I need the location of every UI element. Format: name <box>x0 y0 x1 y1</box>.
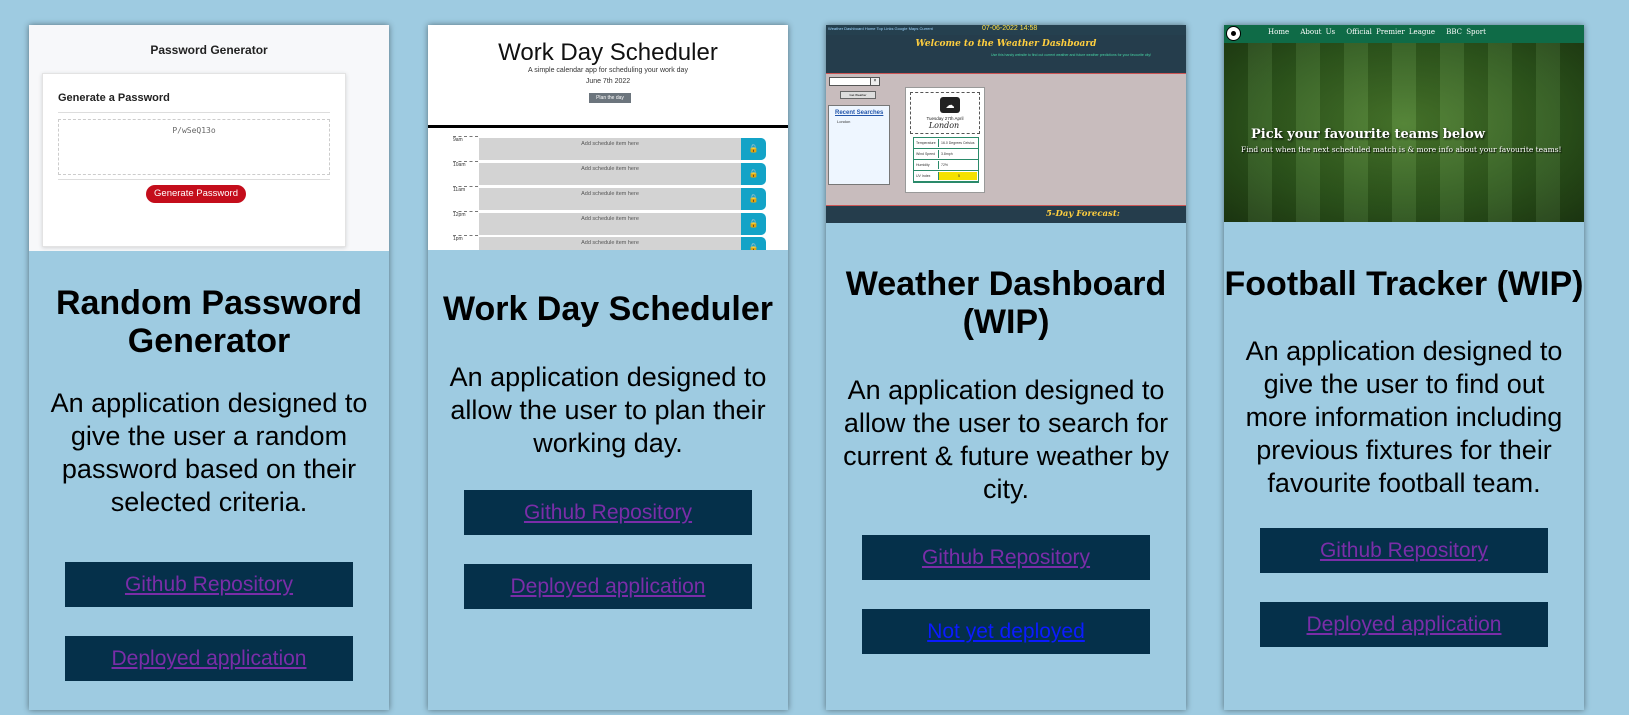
stat-key: UV Index <box>916 174 931 178</box>
stat-key: Temperature <box>916 141 936 145</box>
preview-generate-button: Generate Password <box>146 185 246 203</box>
lock-icon: 🔒 <box>741 213 766 235</box>
hour-label: 9am <box>453 136 478 143</box>
project-title: Random Password Generator <box>55 284 363 360</box>
nav-link-about: About Us <box>1300 28 1336 36</box>
stat-value: 3.8mph <box>938 150 977 158</box>
schedule-row: 9am Add schedule item here 🔒 <box>453 136 766 161</box>
schedule-row: 1pm Add schedule item here 🔒 <box>453 235 766 250</box>
deployed-application-link[interactable]: Deployed application <box>464 564 752 609</box>
preview-timestamp: 07-06-2022 14:58 <box>982 25 1038 32</box>
stat-row: Temperature 16.0 Degrees Celsius <box>914 138 978 149</box>
preview-nav-links: Home About Us Official Premier League BB… <box>1268 28 1493 36</box>
schedule-row: 10am Add schedule item here 🔒 <box>453 161 766 186</box>
project-card-password-generator: Password Generator Generate a Password P… <box>29 25 389 710</box>
schedule-cell: Add schedule item here <box>479 138 741 161</box>
github-repository-link[interactable]: Github Repository <box>464 490 752 535</box>
stat-value: 72% <box>938 161 977 169</box>
divider <box>58 112 330 113</box>
preview-subheading: Find out when the next scheduled match i… <box>1241 145 1562 154</box>
schedule-cell: Add schedule item here <box>479 237 741 250</box>
preview-nav-links: Weather Dashboard Home Top Links Google … <box>828 26 933 31</box>
divider <box>428 125 788 128</box>
stat-row: UV Index 5 <box>914 171 978 182</box>
github-repository-link[interactable]: Github Repository <box>65 562 353 607</box>
schedule-row: 12pm Add schedule item here 🔒 <box>453 211 766 236</box>
preview-subheading: A simple calendar app for scheduling you… <box>528 67 688 74</box>
stat-row: Humidity 72% <box>914 160 978 171</box>
project-screenshot: Weather Dashboard Home Top Links Google … <box>826 25 1186 223</box>
weather-icon: ☁ <box>940 97 960 113</box>
lock-icon: 🔒 <box>741 138 766 160</box>
github-repository-link[interactable]: Github Repository <box>1260 528 1548 573</box>
lock-icon: 🔒 <box>741 188 766 210</box>
schedule-cell: Add schedule item here <box>479 188 741 211</box>
schedule-row: 11am Add schedule item here 🔒 <box>453 186 766 211</box>
project-screenshot: Home About Us Official Premier League BB… <box>1224 25 1584 222</box>
project-description: An application designed to give the user… <box>1245 336 1563 498</box>
project-card-work-day-scheduler: Work Day Scheduler A simple calendar app… <box>428 25 788 710</box>
stat-row: Wind Speed 3.8mph <box>914 149 978 160</box>
stat-value: 16.0 Degrees Celsius <box>938 139 977 147</box>
preview-heading: Work Day Scheduler <box>498 39 718 66</box>
lock-icon: 🔒 <box>741 163 766 185</box>
nav-link-bbc-sport: BBC Sport <box>1446 28 1486 36</box>
project-card-football-tracker: Home About Us Official Premier League BB… <box>1224 25 1584 710</box>
hour-label: 11am <box>453 186 478 193</box>
lock-icon: 🔒 <box>741 237 766 250</box>
hour-label: 1pm <box>453 235 478 242</box>
schedule-cell: Add schedule item here <box>479 213 741 236</box>
project-title: Football Tracker (WIP) <box>1224 265 1584 303</box>
deployed-application-link[interactable]: Deployed application <box>1260 602 1548 647</box>
preview-plan-button: Plan the day <box>589 93 631 103</box>
preview-heading: Password Generator <box>150 43 268 57</box>
preview-recent-searches: Recent Searches London <box>828 105 890 185</box>
project-card-weather-dashboard: Weather Dashboard Home Top Links Google … <box>826 25 1186 710</box>
football-icon <box>1226 26 1241 41</box>
project-screenshot: Password Generator Generate a Password P… <box>29 25 389 251</box>
preview-heading: Pick your favourite teams below <box>1251 127 1485 142</box>
forecast-label: 5-Day Forecast: <box>1046 209 1120 219</box>
hour-label: 12pm <box>453 211 478 218</box>
nav-link-home: Home <box>1268 28 1290 36</box>
project-screenshot: Work Day Scheduler A simple calendar app… <box>428 25 788 250</box>
preview-date: June 7th 2022 <box>585 78 631 85</box>
preview-subheading: Generate a Password <box>58 92 170 104</box>
preview-search-input <box>829 77 873 86</box>
not-yet-deployed-link[interactable]: Not yet deployed <box>862 609 1150 654</box>
schedule-cell: Add schedule item here <box>479 163 741 186</box>
preview-navbar: Weather Dashboard Home Top Links Google … <box>826 25 1186 35</box>
preview-password-output: P/wSeQ13o <box>58 119 330 175</box>
preview-navbar: Home About Us Official Premier League BB… <box>1224 25 1584 43</box>
divider <box>58 179 330 180</box>
nav-link-premier-league: Official Premier League <box>1346 28 1436 36</box>
weather-city: London <box>928 121 960 130</box>
recent-heading: Recent Searches <box>835 110 884 116</box>
preview-panel: Generate a Password P/wSeQ13o Generate P… <box>42 73 346 247</box>
preview-search-button: Get Weather <box>840 91 876 99</box>
project-title: Weather Dashboard (WIP) <box>845 265 1167 341</box>
deployed-application-link[interactable]: Deployed application <box>65 636 353 681</box>
preview-heading: Welcome to the Weather Dashboard <box>915 39 1097 49</box>
stat-key: Wind Speed <box>916 152 936 156</box>
search-icon: × <box>870 77 880 86</box>
project-title: Work Day Scheduler <box>442 290 774 328</box>
project-description: An application designed to allow the use… <box>449 362 767 458</box>
stat-value: 5 <box>938 172 977 180</box>
preview-subheading: Use this handy website to find out curre… <box>990 53 1152 57</box>
preview-forecast-bar: 5-Day Forecast: <box>826 205 1186 223</box>
project-description: An application designed to allow the use… <box>843 375 1169 504</box>
preview-header: Welcome to the Weather Dashboard Use thi… <box>826 35 1186 74</box>
stat-key: Humidity <box>916 163 930 167</box>
hour-label: 10am <box>453 161 478 168</box>
project-description: An application designed to give the user… <box>50 388 368 517</box>
weather-stats-table: Temperature 16.0 Degrees Celsius Wind Spe… <box>913 137 979 183</box>
preview-weather-card: ☁ Tuesday 27th April London Temperature 1… <box>905 87 985 193</box>
recent-item: London <box>837 119 851 124</box>
github-repository-link[interactable]: Github Repository <box>862 535 1150 580</box>
